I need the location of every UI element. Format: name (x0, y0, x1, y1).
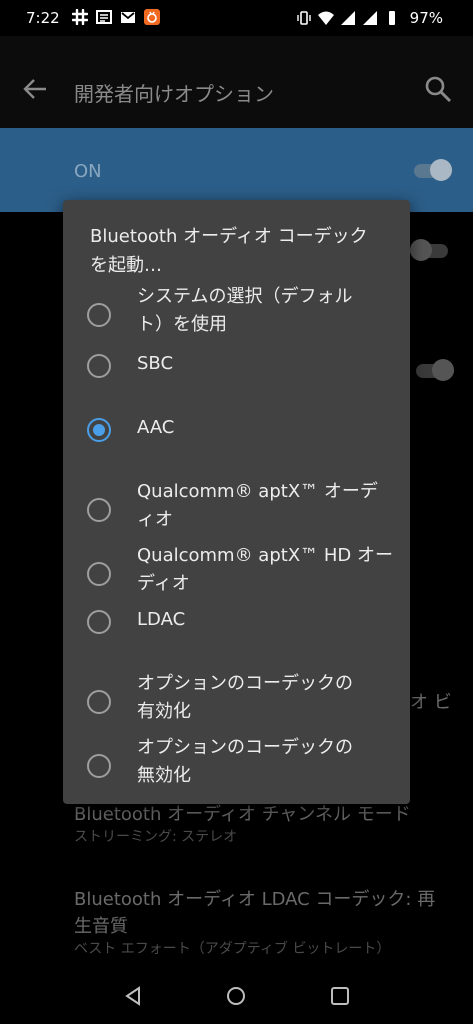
setting-toggle[interactable] (416, 359, 456, 381)
codec-option-line1: SBC (137, 353, 174, 374)
codec-dialog: Bluetooth オーディオ コーデック を起動… システムの選択（デフォルト… (63, 200, 410, 804)
codec-option-line1: システムの選択（デフォル (137, 286, 353, 307)
codec-option-label: Qualcomm® aptX™ オーデ ィオ (137, 478, 399, 534)
codec-option-line2: ィオ (137, 509, 173, 530)
radio-button[interactable] (87, 610, 111, 634)
navigation-bar (0, 966, 473, 1024)
radio-button[interactable] (87, 303, 111, 327)
codec-option-line1: オプションのコーデックの (137, 673, 353, 694)
master-toggle[interactable] (414, 159, 454, 181)
radio-button[interactable] (87, 562, 111, 586)
setting-title-partial: オ ビ (410, 692, 452, 713)
ldac-quality-title-line2: 生音質 (74, 916, 128, 937)
codec-option-label: オプションのコーデックの 無効化 (137, 734, 399, 790)
recents-nav-icon[interactable] (329, 985, 351, 1007)
codec-option[interactable]: オプションのコーデックの 無効化 (63, 734, 410, 792)
radio-button[interactable] (87, 418, 111, 442)
codec-option-line2: 無効化 (137, 765, 191, 786)
codec-option-line2: ト）を使用 (137, 314, 227, 335)
vibrate-icon (296, 11, 311, 25)
page-title: 開発者向けオプション (74, 82, 274, 106)
codec-option-line1: AAC (137, 417, 175, 438)
news-icon (96, 10, 112, 24)
radio-button[interactable] (87, 690, 111, 714)
codec-option-line1: オプションのコーデックの (137, 737, 353, 758)
gmail-icon (121, 12, 135, 23)
system-status-icons: 97% (296, 9, 443, 27)
codec-option[interactable]: オプションのコーデックの 有効化 (63, 670, 410, 728)
codec-option[interactable]: システムの選択（デフォル ト）を使用 (63, 283, 410, 341)
codec-option-line1: LDAC (137, 609, 186, 630)
codec-option-line2: ディオ (137, 573, 190, 594)
codec-option-label: LDAC (137, 606, 399, 634)
signal-icon (362, 11, 377, 25)
codec-option-label: システムの選択（デフォル ト）を使用 (137, 283, 399, 339)
back-arrow-icon[interactable] (22, 76, 48, 102)
notification-icons (72, 9, 160, 25)
battery-icon (388, 11, 395, 25)
home-nav-icon[interactable] (225, 985, 247, 1007)
app-icon (144, 9, 160, 25)
codec-option-line2: 有効化 (137, 701, 191, 722)
codec-option-label: SBC (137, 350, 399, 378)
codec-option-label: AAC (137, 414, 399, 442)
codec-option-line1: Qualcomm® aptX™ HD オー (137, 545, 393, 566)
slack-icon (72, 9, 88, 25)
battery-percent: 97% (409, 9, 443, 27)
ldac-quality-summary: ベスト エフォート（アダプティブ ビットレート） (74, 941, 391, 957)
setting-toggle[interactable] (410, 239, 450, 261)
radio-button[interactable] (87, 354, 111, 378)
search-icon[interactable] (423, 74, 453, 104)
ldac-quality-title[interactable]: Bluetooth オーディオ LDAC コーデック: 再 (74, 885, 435, 911)
codec-option-line1: Qualcomm® aptX™ オーデ (137, 481, 378, 502)
status-bar: 7:22 97% (0, 0, 473, 36)
radio-button[interactable] (87, 498, 111, 522)
codec-option[interactable]: AAC (63, 414, 410, 446)
signal-icon (340, 11, 355, 25)
status-time: 7:22 (26, 9, 60, 27)
codec-option-label: オプションのコーデックの 有効化 (137, 670, 399, 726)
dialog-title: Bluetooth オーディオ コーデック を起動… (90, 226, 368, 276)
channel-mode-summary: ストリーミング: ステレオ (74, 829, 238, 845)
app-bar: 開発者向けオプション (0, 36, 473, 128)
codec-option[interactable]: Qualcomm® aptX™ オーデ ィオ (63, 478, 410, 536)
radio-button[interactable] (87, 754, 111, 778)
master-switch-label: ON (74, 161, 102, 182)
back-nav-icon[interactable] (122, 985, 144, 1007)
wifi-icon (317, 11, 334, 25)
codec-option[interactable]: Qualcomm® aptX™ HD オー ディオ (63, 542, 410, 600)
codec-option[interactable]: SBC (63, 350, 410, 382)
codec-option[interactable]: LDAC (63, 606, 410, 638)
codec-option-label: Qualcomm® aptX™ HD オー ディオ (137, 542, 399, 598)
